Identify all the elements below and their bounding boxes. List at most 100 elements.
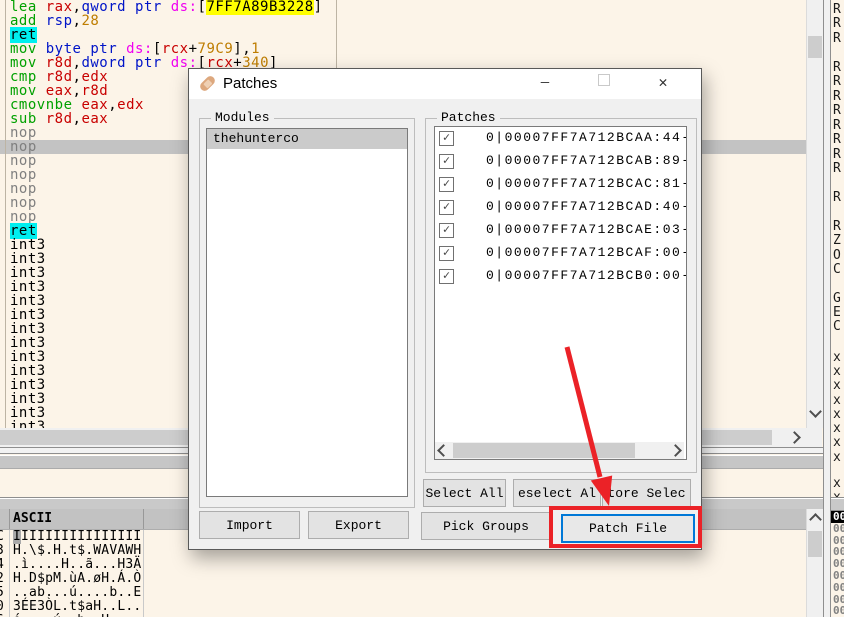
patch-checkbox[interactable]: ✓ [439, 200, 454, 215]
register-label-fragment: C [833, 319, 841, 334]
panel-vertical-border [823, 0, 831, 617]
module-list-item[interactable]: thehunterco [207, 129, 407, 149]
ascii-column-header: ASCII [13, 511, 53, 526]
patch-item-text: 0|00007FF7A712BCAB:89- [486, 153, 687, 168]
dump-row[interactable]: 2 H.D$pM.ùA.øH.Á.Ò [0, 572, 806, 586]
ascii-text: H.D$pM.ùA.øH.Á.Ò [13, 571, 142, 586]
modules-listbox[interactable]: thehunterco [206, 128, 408, 497]
disasm-line[interactable]: lea rax,qword ptr ds:[7FF7A89B3228] [0, 0, 806, 15]
patch-list-item[interactable]: ✓ 0|00007FF7A712BCAD:40- [435, 196, 686, 219]
maximize-button[interactable] [591, 69, 617, 98]
patches-listbox[interactable]: ✓ 0|00007FF7A712BCAA:44- ✓ 0|00007FF7A712BC… [434, 126, 687, 460]
patch-checkbox[interactable]: ✓ [439, 269, 454, 284]
disasm-line[interactable]: ret [0, 27, 806, 43]
register-label-fragment: x [833, 393, 841, 408]
disasm-token: 7FF7A89B3228 [206, 0, 314, 15]
scroll-right-button[interactable] [667, 442, 684, 459]
register-label-fragment: R [833, 89, 841, 104]
export-button[interactable]: Export [308, 511, 409, 539]
hex-fragment: 5 [0, 586, 9, 600]
disasm-token: 28 [81, 13, 100, 29]
chevron-down-icon [808, 404, 822, 418]
scroll-up-button[interactable] [807, 511, 823, 527]
patch-list-item[interactable]: ✓ 0|00007FF7A712BCAC:81- [435, 173, 686, 196]
import-button[interactable]: Import [199, 511, 300, 539]
close-button[interactable]: ✕ [650, 69, 676, 98]
register-label-fragment: G [833, 291, 841, 306]
dialog-title-bar[interactable]: Patches — ✕ [189, 69, 701, 99]
register-label-fragment: R [833, 103, 841, 118]
dump-column-separator [9, 530, 10, 617]
hex-fragment: 2 [0, 572, 9, 586]
register-label-fragment: Z [833, 233, 841, 248]
dump-vscroll-thumb[interactable] [808, 531, 822, 557]
register-label-fragment: x [833, 364, 841, 379]
header-cell-separator [9, 509, 10, 529]
scroll-down-button[interactable] [807, 402, 823, 420]
patch-checkbox[interactable]: ✓ [439, 246, 454, 261]
register-label-fragment: E [833, 305, 841, 320]
scroll-right-button[interactable] [784, 428, 804, 447]
deselect-all-button[interactable]: eselect Al [513, 479, 601, 507]
disasm-line[interactable]: mov byte ptr ds:[rcx+79C9],1 [0, 42, 806, 56]
ascii-text: 3ÉE3ÒL.t$aH..L.. [13, 599, 142, 614]
hex-fragment: 0 [0, 600, 9, 614]
stack-row-fragment[interactable]: 00 [831, 522, 844, 535]
patch-checkbox[interactable]: ✓ [439, 177, 454, 192]
disasm-token: ds: [170, 0, 198, 15]
hex-fragment: 4 [0, 558, 9, 572]
patch-list-item[interactable]: ✓ 0|00007FF7A712BCAE:03- [435, 219, 686, 242]
minimize-button[interactable]: — [532, 69, 558, 98]
register-label-fragment: R [833, 74, 841, 89]
dump-row[interactable]: 5 ..ab...ú....b..E [0, 586, 806, 600]
disasm-vscroll-thumb[interactable] [808, 36, 822, 58]
disasm-token: , [108, 97, 118, 113]
restore-selected-button[interactable]: tore Selec [602, 479, 691, 507]
register-label-fragment: R [833, 16, 841, 31]
stack-row-fragment[interactable]: 00 [831, 605, 844, 617]
disasm-line[interactable]: add rsp,28 [0, 14, 806, 28]
register-label-fragment: R [833, 60, 841, 75]
register-label-fragment: R [833, 132, 841, 147]
disasm-token: eax [81, 111, 109, 127]
stack-panel-fragment[interactable]: 00 00 00 00 00 00 00 00 00 [831, 509, 844, 617]
register-label-fragment: R [833, 161, 841, 176]
patch-item-text: 0|00007FF7A712BCAD:40- [486, 199, 687, 214]
patch-list: ✓ 0|00007FF7A712BCAA:44- ✓ 0|00007FF7A712BC… [435, 127, 686, 288]
dump-row[interactable]: 0 3ÉE3ÒL.t$aH..L.. [0, 600, 806, 614]
patches-hscrollbar[interactable] [435, 442, 684, 459]
dump-column-separator [143, 530, 144, 617]
register-label-fragment: R [833, 31, 841, 46]
patch-list-item[interactable]: ✓ 0|00007FF7A712BCAB:89- [435, 150, 686, 173]
patches-hscroll-thumb[interactable] [453, 443, 635, 458]
ascii-text: ..ab...ú....b..E [13, 585, 142, 600]
ascii-text: .ì....H..ã...H3Ä [13, 557, 142, 572]
registers-panel-fragment: RRRRRRRRRRRRRZOCGECxxxxxxxxxx [831, 0, 844, 497]
patch-checkbox[interactable]: ✓ [439, 131, 454, 146]
select-all-button[interactable]: Select All [423, 479, 506, 507]
scroll-left-button[interactable] [435, 442, 452, 459]
disasm-vscrollbar[interactable] [806, 0, 823, 428]
chevron-up-icon [808, 512, 822, 526]
selected-byte[interactable]: Ì [13, 530, 22, 544]
patch-list-item[interactable]: ✓ 0|00007FF7A712BCAA:44- [435, 127, 686, 150]
register-label-fragment: C [833, 262, 841, 277]
register-label-fragment: R [833, 147, 841, 162]
patch-item-text: 0|00007FF7A712BCAC:81- [486, 176, 687, 191]
register-label-fragment: x [833, 450, 841, 465]
patch-item-text: 0|00007FF7A712BCAA:44- [486, 130, 687, 145]
dump-row[interactable]: 4 .ì....H..ã...H3Ä [0, 558, 806, 572]
patch-checkbox[interactable]: ✓ [439, 154, 454, 169]
register-label-fragment: R [833, 219, 841, 234]
patch-checkbox[interactable]: ✓ [439, 223, 454, 238]
pick-groups-button[interactable]: Pick Groups [421, 512, 551, 540]
patch-list-item[interactable]: ✓ 0|00007FF7A712BCAF:00- [435, 242, 686, 265]
disasm-token: ] [313, 0, 323, 15]
modules-group-label: Modules [211, 111, 274, 125]
chevron-right-icon [669, 444, 682, 457]
patch-list-item[interactable]: ✓ 0|00007FF7A712BCB0:00- [435, 265, 686, 288]
dump-vscrollbar[interactable] [806, 509, 823, 617]
annotation-highlight-rect [549, 506, 702, 548]
x64dbg-window: lea rax,qword ptr ds:[7FF7A89B3228] add r… [0, 0, 844, 617]
stack-row-fragment[interactable]: 00 [831, 581, 844, 594]
